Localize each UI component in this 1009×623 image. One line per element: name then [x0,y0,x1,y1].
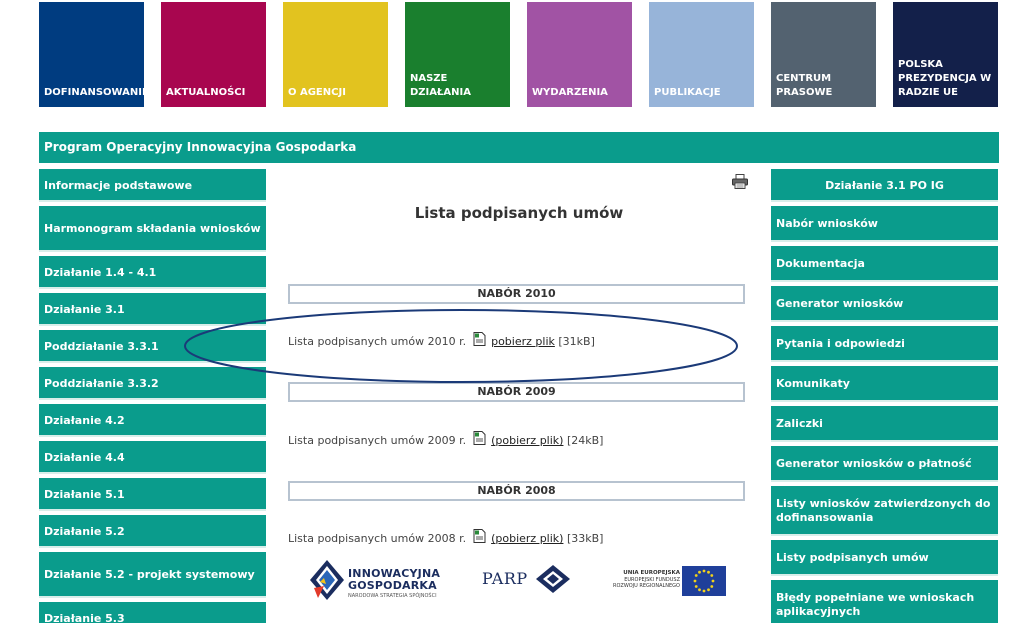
left-nav-label: Poddziałanie 3.3.2 [44,376,159,390]
left-nav-label: Działanie 5.2 [44,524,125,538]
right-nav-label: Pytania i odpowiedzi [776,337,905,350]
right-nav-label: Zaliczki [776,417,823,430]
left-nav-dzialanie-5-2[interactable]: Działanie 5.2 [39,515,266,548]
download-link-2010[interactable]: pobierz plik [491,335,555,348]
left-nav-dzialanie-3-1[interactable]: Działanie 3.1 [39,293,266,326]
left-nav-label: Działanie 5.3 [44,611,125,623]
right-nav-header[interactable]: Działanie 3.1 PO IG [771,169,998,202]
eu-flag-icon [682,566,726,596]
top-nav-wydarzenia[interactable]: WYDARZENIA [527,2,632,107]
file-size: [31kB] [558,335,595,348]
print-icon[interactable] [732,174,748,189]
program-title-bar[interactable]: Program Operacyjny Innowacyjna Gospodark… [39,132,999,163]
top-nav-label: WYDARZENIA [532,87,608,98]
left-nav-poddzialanie-3-3-2[interactable]: Poddziałanie 3.3.2 [39,367,266,400]
top-nav-nasze-dzialania[interactable]: NASZE DZIAŁANIA [405,2,510,107]
entry-text: Lista podpisanych umów 2010 r. [288,335,467,348]
right-nav-label: Nabór wniosków [776,217,878,230]
left-nav-poddzialanie-3-3-1[interactable]: Poddziałanie 3.3.1 [39,330,266,363]
right-nav-listy-zatwierdzonych[interactable]: Listy wniosków zatwierdzonych do dofinan… [771,486,998,536]
left-nav-dzialanie-4-2[interactable]: Działanie 4.2 [39,404,266,437]
right-nav-komunikaty[interactable]: Komunikaty [771,366,998,402]
left-nav-label: Działanie 3.1 [44,302,125,316]
right-nav-dokumentacja[interactable]: Dokumentacja [771,246,998,282]
section-heading-2008: NABÓR 2008 [288,481,745,501]
top-nav-label: O AGENCJI [288,87,346,98]
top-nav-centrum-prasowe[interactable]: CENTRUM PRASOWE [771,2,876,107]
left-nav-dzialanie-5-1[interactable]: Działanie 5.1 [39,478,266,511]
top-nav-o-agencji[interactable]: O AGENCJI [283,2,388,107]
right-nav-bledy[interactable]: Błędy popełniane we wnioskach aplikacyjn… [771,580,998,623]
top-nav-aktualnosci[interactable]: AKTUALNOŚCI [161,2,266,107]
left-nav-label: Poddziałanie 3.3.1 [44,339,159,353]
logo-text: GOSPODARKA [348,579,437,592]
download-link-2008[interactable]: (pobierz plik) [491,532,563,545]
left-nav-label: Działanie 1.4 - 4.1 [44,265,157,279]
right-nav-nabor-wnioskow[interactable]: Nabór wniosków [771,206,998,242]
left-nav-label: Działanie 5.1 [44,487,125,501]
top-nav-label: PUBLIKACJE [654,87,721,98]
file-size: [24kB] [566,434,604,447]
top-nav-label: AKTUALNOŚCI [166,87,246,98]
left-nav-harmonogram[interactable]: Harmonogram składania wniosków [39,206,266,252]
logo-text: NARODOWA STRATEGIA SPÓJNOŚCI [348,593,437,599]
right-nav-label: Dokumentacja [776,257,865,270]
right-nav-label: Generator wniosków [776,297,904,310]
right-nav-label: Listy podpisanych umów [776,551,929,564]
document-icon [473,529,486,543]
top-nav-dofinansowanie[interactable]: DOFINANSOWANIE [39,2,149,107]
page-title: Lista podpisanych umów [414,204,624,222]
left-nav-label: Harmonogram składania wniosków [44,222,261,235]
left-nav-dzialanie-4-4[interactable]: Działanie 4.4 [39,441,266,474]
right-nav-pytania[interactable]: Pytania i odpowiedzi [771,326,998,362]
top-nav-prezydencja[interactable]: POLSKA PREZYDENCJA W RADZIE UE [893,2,998,107]
top-nav-publikacje[interactable]: PUBLIKACJE [649,2,754,107]
section-heading-2010: NABÓR 2010 [288,284,745,304]
left-nav-label: Działanie 4.2 [44,413,125,427]
file-size: [33kB] [566,532,604,545]
logo-text: PARP [482,569,528,588]
program-title: Program Operacyjny Innowacyjna Gospodark… [44,140,357,154]
right-nav-label: Generator wniosków o płatność [776,457,972,470]
right-nav-listy-umow[interactable]: Listy podpisanych umów [771,540,998,576]
entry-2009: Lista podpisanych umów 2009 r. (pobierz … [288,431,603,447]
left-nav-label: Działanie 4.4 [44,450,125,464]
entry-2008: Lista podpisanych umów 2008 r. (pobierz … [288,529,603,545]
left-nav-informacje-podstawowe[interactable]: Informacje podstawowe [39,169,266,202]
logo-text: UNIA EUROPEJSKA [623,570,680,576]
left-nav-dzialanie-5-3[interactable]: Działanie 5.3 [39,602,266,623]
entry-text: Lista podpisanych umów 2008 r. [288,532,467,545]
right-nav-label: Błędy popełniane we wnioskach aplikacyjn… [776,591,975,618]
right-nav-label: Komunikaty [776,377,850,390]
right-nav-generator-wnioskow[interactable]: Generator wniosków [771,286,998,322]
top-nav-label: NASZE DZIAŁANIA [410,73,472,98]
document-icon [473,332,486,346]
entry-text: Lista podpisanych umów 2009 r. [288,434,467,447]
download-link-2009[interactable]: (pobierz plik) [491,434,563,447]
top-nav-label: CENTRUM PRASOWE [776,73,833,98]
right-nav-zaliczki[interactable]: Zaliczki [771,406,998,442]
document-icon [473,431,486,445]
top-nav-label: POLSKA PREZYDENCJA W RADZIE UE [898,59,992,98]
right-nav-header-label: Działanie 3.1 PO IG [825,178,944,192]
parp-logo: PARP [482,560,572,600]
innowacyjna-gospodarka-logo: INNOWACYJNA GOSPODARKA NARODOWA STRATEGI… [310,560,460,605]
section-heading-2009: NABÓR 2009 [288,382,745,402]
left-nav-dzialanie-5-2-projekt[interactable]: Działanie 5.2 - projekt systemowy [39,552,266,598]
entry-2010: Lista podpisanych umów 2010 r. pobierz p… [288,332,595,348]
right-nav-label: Listy wniosków zatwierdzonych do dofinan… [776,497,991,524]
left-nav-label: Informacje podstawowe [44,178,193,192]
left-nav-label: Działanie 5.2 - projekt systemowy [44,568,255,581]
left-nav-dzialanie-1-4-4-1[interactable]: Działanie 1.4 - 4.1 [39,256,266,289]
right-nav-generator-platnosc[interactable]: Generator wniosków o płatność [771,446,998,482]
top-nav-label: DOFINANSOWANIE [44,87,149,98]
eu-logo: UNIA EUROPEJSKA EUROPEJSKI FUNDUSZ ROZWO… [600,560,730,600]
logo-text: ROZWOJU REGIONALNEGO [612,583,680,589]
